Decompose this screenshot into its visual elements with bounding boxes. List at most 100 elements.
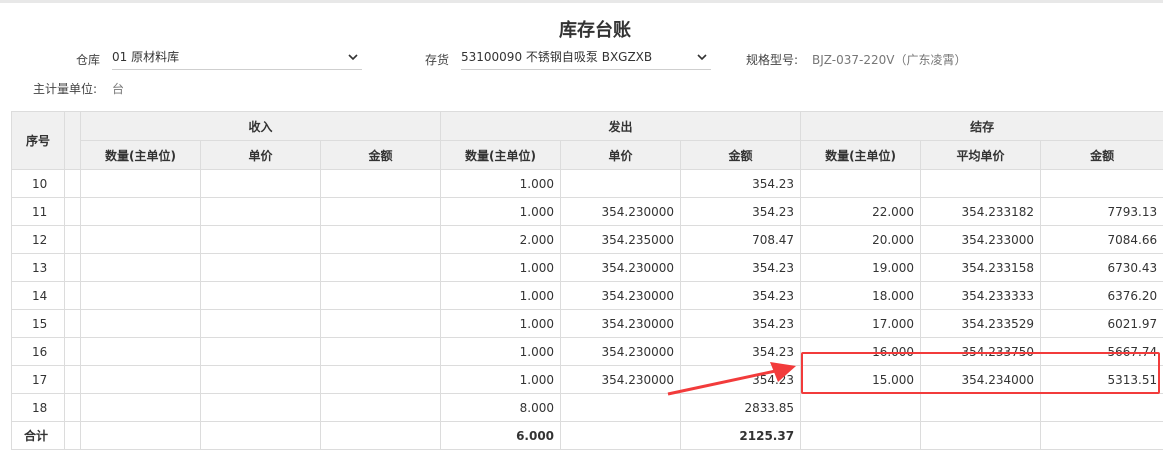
cell-in-amount bbox=[321, 310, 441, 338]
cell-in-price bbox=[201, 170, 321, 198]
table-row[interactable]: 141.000354.230000354.2318.000354.2333336… bbox=[12, 282, 1163, 310]
cell-bal-qty bbox=[801, 422, 921, 450]
table-row[interactable]: 111.000354.230000354.2322.000354.2331827… bbox=[12, 198, 1163, 226]
row-check-cell[interactable] bbox=[65, 198, 81, 226]
col-out-qty[interactable]: 数量(主单位) bbox=[441, 141, 561, 170]
cell-in-price bbox=[201, 394, 321, 422]
inventory-select[interactable]: 53100090 不锈钢自吸泵 BXGZXB bbox=[461, 47, 711, 70]
row-check-cell bbox=[65, 422, 81, 450]
cell-out-amount: 708.47 bbox=[681, 226, 801, 254]
col-index-header[interactable]: 序号 bbox=[12, 112, 65, 170]
cell-in-price bbox=[201, 310, 321, 338]
row-check-cell[interactable] bbox=[65, 310, 81, 338]
cell-in-amount bbox=[321, 338, 441, 366]
cell-bal-price: 354.233182 bbox=[921, 198, 1041, 226]
chevron-down-icon bbox=[695, 50, 709, 64]
cell-in-price bbox=[201, 198, 321, 226]
cell-bal-qty: 18.000 bbox=[801, 282, 921, 310]
cell-out-amount: 354.23 bbox=[681, 254, 801, 282]
chevron-down-icon bbox=[346, 50, 360, 64]
row-check-cell[interactable] bbox=[65, 254, 81, 282]
warehouse-value: 01 原材料库 bbox=[112, 50, 179, 64]
cell-out-price: 354.230000 bbox=[561, 282, 681, 310]
cell-in-amount bbox=[321, 170, 441, 198]
row-check-cell[interactable] bbox=[65, 170, 81, 198]
cell-bal-price: 354.233158 bbox=[921, 254, 1041, 282]
table-row[interactable]: 161.000354.230000354.2316.000354.2337505… bbox=[12, 338, 1163, 366]
row-check-cell[interactable] bbox=[65, 226, 81, 254]
cell-bal-qty: 19.000 bbox=[801, 254, 921, 282]
cell-in-amount bbox=[321, 394, 441, 422]
cell-bal-qty: 22.000 bbox=[801, 198, 921, 226]
cell-bal-price: 354.233000 bbox=[921, 226, 1041, 254]
col-bal-amount[interactable]: 金额 bbox=[1041, 141, 1163, 170]
group-in-header: 收入 bbox=[81, 112, 441, 141]
cell-in-qty bbox=[81, 394, 201, 422]
warehouse-select[interactable]: 01 原材料库 bbox=[112, 47, 362, 70]
cell-bal-price: 354.233750 bbox=[921, 338, 1041, 366]
group-balance-header: 结存 bbox=[801, 112, 1163, 141]
table-row[interactable]: 188.0002833.85 bbox=[12, 394, 1163, 422]
page-title: 库存台账 bbox=[0, 16, 1163, 42]
row-index: 14 bbox=[12, 282, 65, 310]
cell-in-amount bbox=[321, 198, 441, 226]
cell-in-qty bbox=[81, 198, 201, 226]
spec-label: 规格型号: bbox=[746, 51, 798, 68]
cell-out-qty: 1.000 bbox=[441, 170, 561, 198]
row-index: 13 bbox=[12, 254, 65, 282]
cell-out-price: 354.230000 bbox=[561, 198, 681, 226]
total-label: 合计 bbox=[12, 422, 65, 450]
col-out-price[interactable]: 单价 bbox=[561, 141, 681, 170]
total-out-amount: 2125.37 bbox=[681, 422, 801, 450]
cell-bal-qty: 15.000 bbox=[801, 366, 921, 394]
col-in-price[interactable]: 单价 bbox=[201, 141, 321, 170]
total-out-qty: 6.000 bbox=[441, 422, 561, 450]
col-in-qty[interactable]: 数量(主单位) bbox=[81, 141, 201, 170]
row-check-cell[interactable] bbox=[65, 282, 81, 310]
cell-out-amount: 354.23 bbox=[681, 338, 801, 366]
row-check-cell[interactable] bbox=[65, 366, 81, 394]
cell-in-amount bbox=[321, 282, 441, 310]
cell-bal-amount: 6376.20 bbox=[1041, 282, 1163, 310]
cell-out-amount: 354.23 bbox=[681, 170, 801, 198]
table-row[interactable]: 122.000354.235000708.4720.000354.2330007… bbox=[12, 226, 1163, 254]
row-index: 12 bbox=[12, 226, 65, 254]
cell-in-qty bbox=[81, 226, 201, 254]
table-row[interactable]: 10 1.000 354.23 bbox=[12, 170, 1163, 198]
cell-bal-price: 354.234000 bbox=[921, 366, 1041, 394]
cell-in-amount bbox=[321, 422, 441, 450]
cell-bal-qty: 17.000 bbox=[801, 310, 921, 338]
top-border bbox=[0, 0, 1163, 3]
col-in-amount[interactable]: 金额 bbox=[321, 141, 441, 170]
cell-in-qty bbox=[81, 282, 201, 310]
row-check-cell[interactable] bbox=[65, 338, 81, 366]
cell-bal-amount: 5667.74 bbox=[1041, 338, 1163, 366]
cell-in-amount bbox=[321, 226, 441, 254]
row-check-cell[interactable] bbox=[65, 394, 81, 422]
col-out-amount[interactable]: 金额 bbox=[681, 141, 801, 170]
cell-bal-amount bbox=[1041, 422, 1163, 450]
cell-in-price bbox=[201, 422, 321, 450]
cell-bal-price bbox=[921, 422, 1041, 450]
table-row[interactable]: 171.000354.230000354.2315.000354.2340005… bbox=[12, 366, 1163, 394]
cell-bal-qty bbox=[801, 170, 921, 198]
table-row[interactable]: 131.000354.230000354.2319.000354.2331586… bbox=[12, 254, 1163, 282]
cell-out-price bbox=[561, 394, 681, 422]
row-index: 10 bbox=[12, 170, 65, 198]
cell-out-price: 354.230000 bbox=[561, 366, 681, 394]
cell-in-price bbox=[201, 366, 321, 394]
col-bal-price[interactable]: 平均单价 bbox=[921, 141, 1041, 170]
cell-out-amount: 354.23 bbox=[681, 198, 801, 226]
cell-bal-amount: 7793.13 bbox=[1041, 198, 1163, 226]
row-index: 11 bbox=[12, 198, 65, 226]
cell-bal-amount: 6730.43 bbox=[1041, 254, 1163, 282]
cell-out-price: 354.230000 bbox=[561, 338, 681, 366]
cell-bal-qty bbox=[801, 394, 921, 422]
col-bal-qty[interactable]: 数量(主单位) bbox=[801, 141, 921, 170]
cell-bal-amount: 6021.97 bbox=[1041, 310, 1163, 338]
table-row[interactable]: 151.000354.230000354.2317.000354.2335296… bbox=[12, 310, 1163, 338]
inventory-label: 存货 bbox=[425, 51, 449, 68]
cell-bal-price bbox=[921, 170, 1041, 198]
cell-bal-qty: 16.000 bbox=[801, 338, 921, 366]
cell-bal-price: 354.233529 bbox=[921, 310, 1041, 338]
